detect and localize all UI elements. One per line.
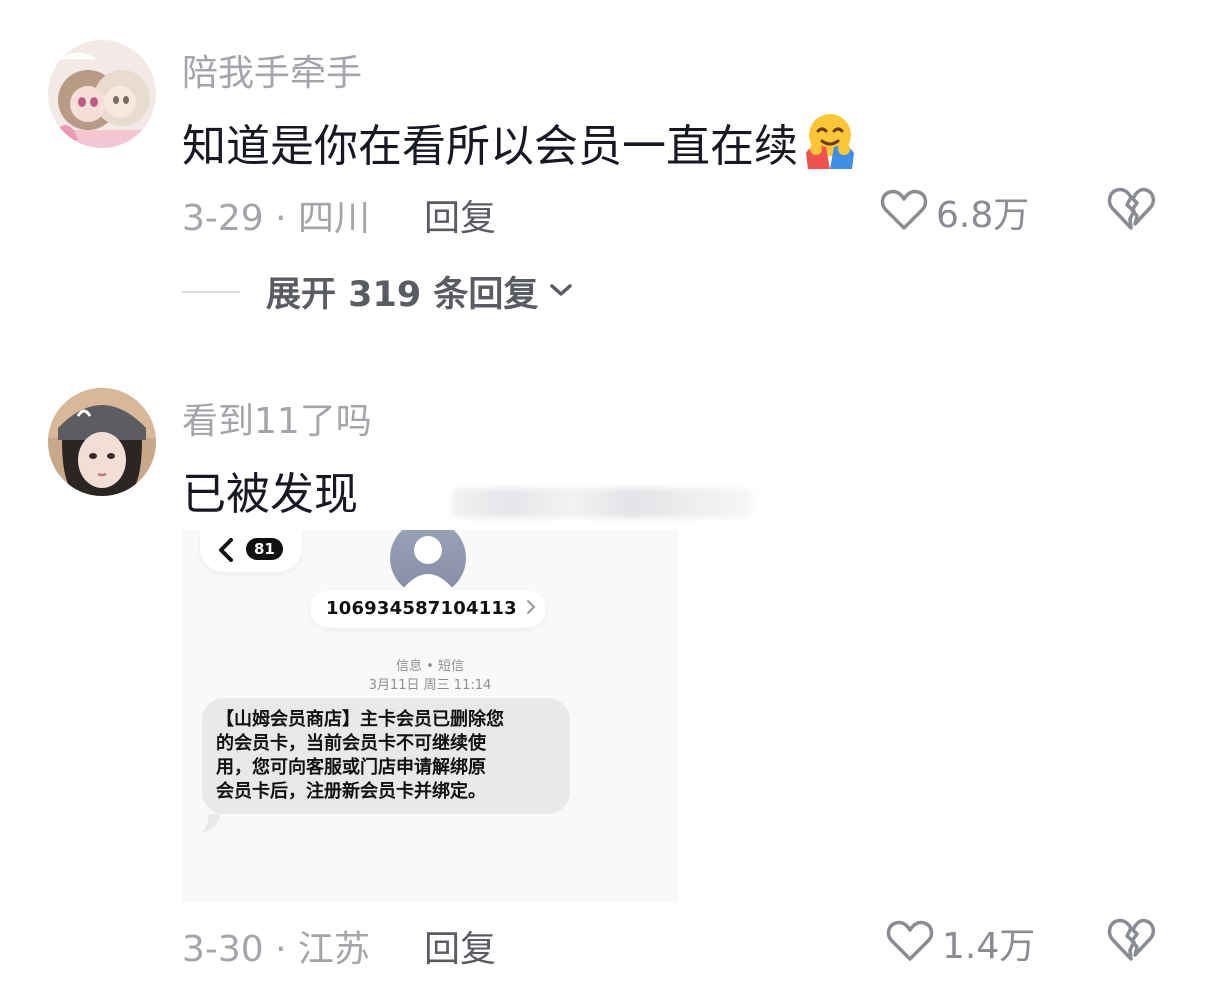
message-type-label: 信息 • 短信: [396, 659, 464, 674]
date-location: 3-29 · 四川: [182, 198, 371, 239]
comment-text: 知道是你在看所以会员一直在续: [182, 110, 860, 180]
reply-button[interactable]: 回复: [424, 189, 496, 241]
like-button[interactable]: 6.8万: [880, 186, 1029, 238]
username[interactable]: 看到11了吗: [182, 392, 372, 444]
dislike-button[interactable]: [1106, 917, 1156, 967]
person-icon: [390, 530, 466, 596]
divider: [182, 290, 240, 293]
comment-text-body: 知道是你在看所以会员一直在续: [182, 121, 798, 172]
like-count: 1.4万: [942, 926, 1036, 967]
message-bubble: 【山姆会员商店】主卡会员已删除您 的会员卡，当前会员卡不可继续使 用，您可向客服…: [202, 698, 570, 814]
dislike-button[interactable]: [1106, 186, 1156, 236]
avatar-image-icon: [48, 40, 156, 148]
like-button[interactable]: 1.4万: [886, 917, 1035, 969]
username[interactable]: 陪我手牵手: [182, 44, 362, 96]
message-line: 的会员卡，当前会员卡不可继续使: [216, 733, 486, 754]
date-location: 3-30 · 江苏: [182, 929, 371, 970]
sender-number: 106934587104113: [326, 598, 517, 619]
unread-badge: 81: [246, 538, 283, 560]
like-count: 6.8万: [936, 195, 1030, 236]
heart-outline-icon: [880, 188, 928, 236]
avatar-image-icon: [48, 388, 156, 496]
broken-heart-icon: [1106, 918, 1156, 967]
comment-text: 已被发现: [182, 469, 358, 520]
expand-replies-label: 展开 319 条回复: [266, 275, 539, 315]
expand-replies-button[interactable]: 展开 319 条回复: [182, 266, 574, 317]
chevron-down-icon: [548, 281, 574, 303]
message-line: 会员卡后，注册新会员卡并绑定。: [216, 781, 486, 802]
avatar[interactable]: [48, 388, 156, 496]
chevron-right-icon: [526, 598, 536, 620]
broken-heart-icon: [1106, 187, 1156, 236]
reply-button[interactable]: 回复: [424, 920, 496, 972]
avatar[interactable]: [48, 40, 156, 148]
heart-outline-icon: [886, 919, 934, 967]
comment-image[interactable]: 81 106934587104113 信息 • 短信 3月11日 周三 11:1…: [182, 530, 678, 902]
chevron-left-icon: [216, 536, 236, 571]
blurred-text: [452, 488, 752, 518]
hugging-face-emoji-icon: [800, 113, 860, 180]
message-line: 用，您可向客服或门店申请解绑原: [216, 757, 486, 778]
message-line: 【山姆会员商店】主卡会员已删除您: [216, 709, 504, 730]
message-date-label: 3月11日 周三 11:14: [368, 678, 492, 693]
